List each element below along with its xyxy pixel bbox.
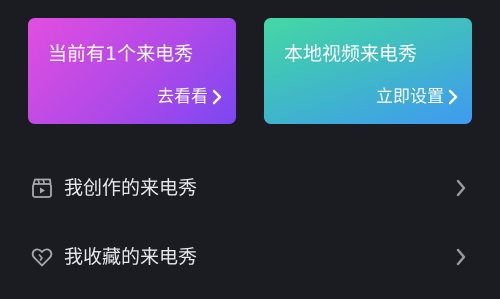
current-call-show-card[interactable]: 当前有1个来电秀 去看看	[28, 18, 236, 124]
heart-icon	[31, 248, 53, 267]
local-video-call-show-title: 本地视频来电秀	[284, 43, 418, 65]
set-now-button-label[interactable]: 立即设置	[376, 86, 444, 108]
current-call-show-title: 当前有1个来电秀	[48, 43, 194, 65]
chevron-right-icon	[212, 89, 222, 105]
view-button-label[interactable]: 去看看	[157, 86, 208, 108]
menu-item-my-favorite-call-shows[interactable]: 我收藏的来电秀	[0, 229, 500, 285]
call-show-page: 当前有1个来电秀 去看看 本地视频来电秀 立即设置 我创作的来电秀 我收藏的来电…	[0, 0, 500, 299]
chevron-right-icon	[456, 248, 466, 266]
chevron-right-icon	[448, 89, 458, 105]
menu-item-my-created-call-shows[interactable]: 我创作的来电秀	[0, 160, 500, 216]
local-video-call-show-card[interactable]: 本地视频来电秀 立即设置	[264, 18, 472, 124]
menu-item-label: 我收藏的来电秀	[64, 246, 198, 268]
menu-item-label: 我创作的来电秀	[64, 177, 198, 199]
chevron-right-icon	[456, 179, 466, 197]
video-clapper-icon	[32, 178, 52, 198]
